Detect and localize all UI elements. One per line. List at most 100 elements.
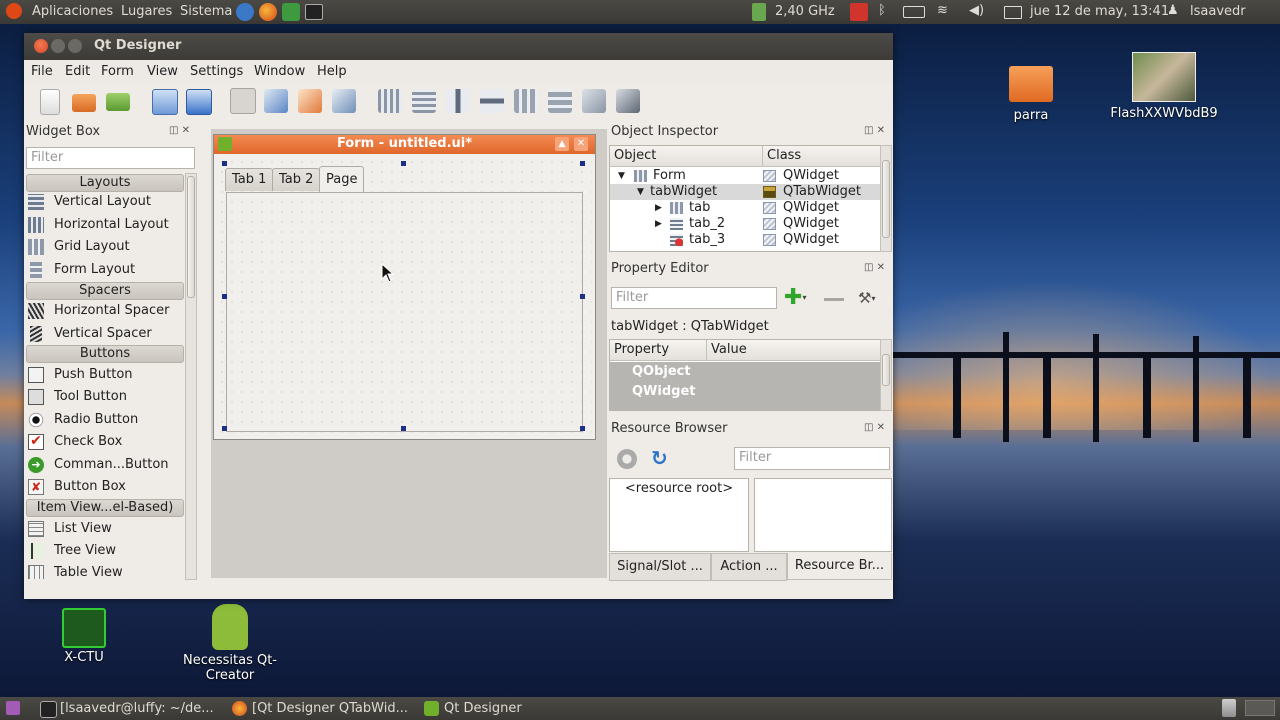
menu-window[interactable]: Window bbox=[254, 64, 305, 79]
adjust-size-icon[interactable] bbox=[616, 89, 640, 113]
property-editor-scrollbar[interactable] bbox=[880, 339, 892, 411]
tab-widget-pane[interactable] bbox=[226, 192, 583, 432]
form-window[interactable]: Form - untitled.ui* ▲ ✕ Tab 1 Tab 2 Page bbox=[213, 134, 596, 440]
edit-tab-order-icon[interactable] bbox=[332, 89, 356, 113]
desktop-necessitas[interactable]: Necessitas Qt- Creator bbox=[180, 604, 280, 683]
tree-row-tab-2[interactable]: ▶ tab_2 QWidget bbox=[610, 216, 880, 232]
expand-arrow-icon[interactable]: ▶ bbox=[655, 216, 662, 232]
menu-places[interactable]: Lugares bbox=[121, 4, 172, 19]
red-indicator-icon[interactable] bbox=[850, 3, 868, 21]
selection-handle[interactable] bbox=[401, 426, 406, 431]
scrollbar-thumb[interactable] bbox=[882, 160, 890, 238]
tab-page[interactable]: Page bbox=[319, 166, 365, 193]
network-app-icon[interactable] bbox=[282, 3, 300, 21]
menu-form[interactable]: Form bbox=[101, 64, 134, 79]
layout-horizontal-icon[interactable] bbox=[378, 89, 402, 113]
form-titlebar[interactable]: Form - untitled.ui* ▲ ✕ bbox=[214, 135, 595, 154]
configure-property-icon[interactable]: ⚒▾ bbox=[858, 289, 888, 309]
tab-action-editor[interactable]: Action ... bbox=[711, 553, 787, 581]
selection-handle[interactable] bbox=[580, 294, 585, 299]
minimize-window-button[interactable] bbox=[51, 39, 65, 53]
selection-handle[interactable] bbox=[222, 161, 227, 166]
user-icon[interactable]: ♟ bbox=[1167, 3, 1185, 21]
task-browser[interactable]: [Qt Designer QTabWid... bbox=[230, 699, 432, 718]
layout-v-splitter-icon[interactable] bbox=[480, 89, 504, 113]
property-group-qwidget[interactable]: QWidget bbox=[610, 382, 880, 402]
object-inspector-scrollbar[interactable] bbox=[880, 145, 892, 252]
property-group-qobject[interactable]: QObject bbox=[610, 362, 880, 382]
collapse-arrow-icon[interactable]: ▼ bbox=[618, 168, 625, 184]
edit-widgets-icon[interactable] bbox=[230, 88, 256, 114]
layout-grid-icon[interactable] bbox=[514, 89, 538, 113]
object-header[interactable]: Object bbox=[610, 146, 763, 167]
tab-1[interactable]: Tab 1 bbox=[225, 168, 274, 191]
save-file-icon[interactable] bbox=[106, 93, 130, 111]
selection-handle[interactable] bbox=[580, 426, 585, 431]
task-terminal[interactable]: [lsaavedr@luffy: ~/de... bbox=[38, 699, 240, 718]
selection-handle[interactable] bbox=[580, 161, 585, 166]
close-window-button[interactable] bbox=[34, 39, 48, 53]
widget-box-filter-input[interactable]: Filter bbox=[26, 147, 195, 169]
tree-row-tab[interactable]: ▶ tab QWidget bbox=[610, 200, 880, 216]
menu-view[interactable]: View bbox=[147, 64, 178, 79]
collapse-arrow-icon[interactable]: ▼ bbox=[637, 184, 644, 200]
resource-browser-float-close[interactable]: ◫ ✕ bbox=[864, 422, 885, 433]
tab-resource-browser[interactable]: Resource Br... bbox=[787, 553, 892, 580]
selection-handle[interactable] bbox=[222, 294, 227, 299]
ubuntu-logo-icon[interactable] bbox=[6, 3, 22, 19]
maximize-window-button[interactable] bbox=[68, 39, 82, 53]
user-name[interactable]: lsaavedr bbox=[1190, 4, 1246, 19]
open-file-icon[interactable] bbox=[72, 94, 96, 112]
layout-form-icon[interactable] bbox=[548, 89, 572, 113]
menu-help[interactable]: Help bbox=[317, 64, 347, 79]
new-file-icon[interactable] bbox=[40, 89, 60, 115]
reload-icon[interactable]: ↻ bbox=[651, 447, 673, 469]
terminal-icon[interactable] bbox=[305, 4, 323, 20]
send-to-back-icon[interactable] bbox=[152, 89, 178, 115]
trash-icon[interactable] bbox=[1222, 699, 1236, 717]
edit-buddies-icon[interactable] bbox=[298, 89, 322, 113]
clock[interactable]: jue 12 de may, 13:41 bbox=[1030, 4, 1169, 19]
property-editor-filter-input[interactable]: Filter bbox=[611, 287, 777, 309]
desktop-folder-parra[interactable]: parra bbox=[996, 66, 1066, 123]
edit-signals-slots-icon[interactable] bbox=[264, 89, 288, 113]
menu-edit[interactable]: Edit bbox=[65, 64, 90, 79]
menu-file[interactable]: File bbox=[31, 64, 53, 79]
desktop-video-file[interactable]: FlashXXWVbdB9 bbox=[1108, 52, 1220, 121]
window-titlebar[interactable]: Qt Designer bbox=[24, 33, 893, 60]
widget-box-scrollbar[interactable] bbox=[185, 173, 197, 580]
task-qt-designer[interactable]: Qt Designer bbox=[422, 699, 604, 718]
tab-2[interactable]: Tab 2 bbox=[272, 168, 321, 191]
property-header[interactable]: Property bbox=[610, 340, 707, 361]
category-layouts[interactable]: Layouts bbox=[26, 174, 184, 192]
property-editor-float-close[interactable]: ◫ ✕ bbox=[864, 262, 885, 273]
form-close-button[interactable]: ✕ bbox=[574, 137, 588, 151]
desktop-xctu[interactable]: X-CTU bbox=[44, 608, 124, 665]
layout-h-splitter-icon[interactable] bbox=[446, 89, 470, 113]
object-inspector-float-close[interactable]: ◫ ✕ bbox=[864, 125, 885, 136]
class-header[interactable]: Class bbox=[763, 146, 884, 167]
tree-row-tabwidget[interactable]: ▼ tabWidget QTabWidget bbox=[610, 184, 880, 200]
help-icon[interactable] bbox=[236, 3, 254, 21]
volume-icon[interactable]: ◀) bbox=[969, 3, 987, 21]
selection-handle[interactable] bbox=[401, 161, 406, 166]
scrollbar-thumb[interactable] bbox=[882, 354, 890, 386]
bluetooth-icon[interactable]: ᛒ bbox=[878, 3, 896, 21]
category-item-views[interactable]: Item View...el-Based) bbox=[26, 499, 184, 517]
show-desktop-icon[interactable] bbox=[6, 701, 20, 715]
menu-settings[interactable]: Settings bbox=[190, 64, 243, 79]
edit-resources-icon[interactable] bbox=[617, 449, 637, 469]
resource-browser-filter-input[interactable]: Filter bbox=[734, 447, 890, 470]
mail-icon[interactable] bbox=[1004, 6, 1022, 19]
break-layout-icon[interactable] bbox=[582, 89, 606, 113]
remove-property-icon[interactable] bbox=[824, 298, 844, 301]
tree-row-tab-3[interactable]: tab_3 QWidget bbox=[610, 232, 880, 248]
tab-signal-slot-editor[interactable]: Signal/Slot ... bbox=[609, 553, 711, 581]
category-buttons[interactable]: Buttons bbox=[26, 345, 184, 363]
resource-root-item[interactable]: <resource root> bbox=[610, 481, 748, 496]
menu-applications[interactable]: Aplicaciones bbox=[32, 4, 113, 19]
add-property-icon[interactable]: ✚▾ bbox=[784, 287, 810, 309]
wifi-icon[interactable]: ≋ bbox=[937, 3, 955, 21]
widget-box-float-close[interactable]: ◫ ✕ bbox=[169, 125, 190, 136]
form-maximize-button[interactable]: ▲ bbox=[555, 137, 569, 151]
